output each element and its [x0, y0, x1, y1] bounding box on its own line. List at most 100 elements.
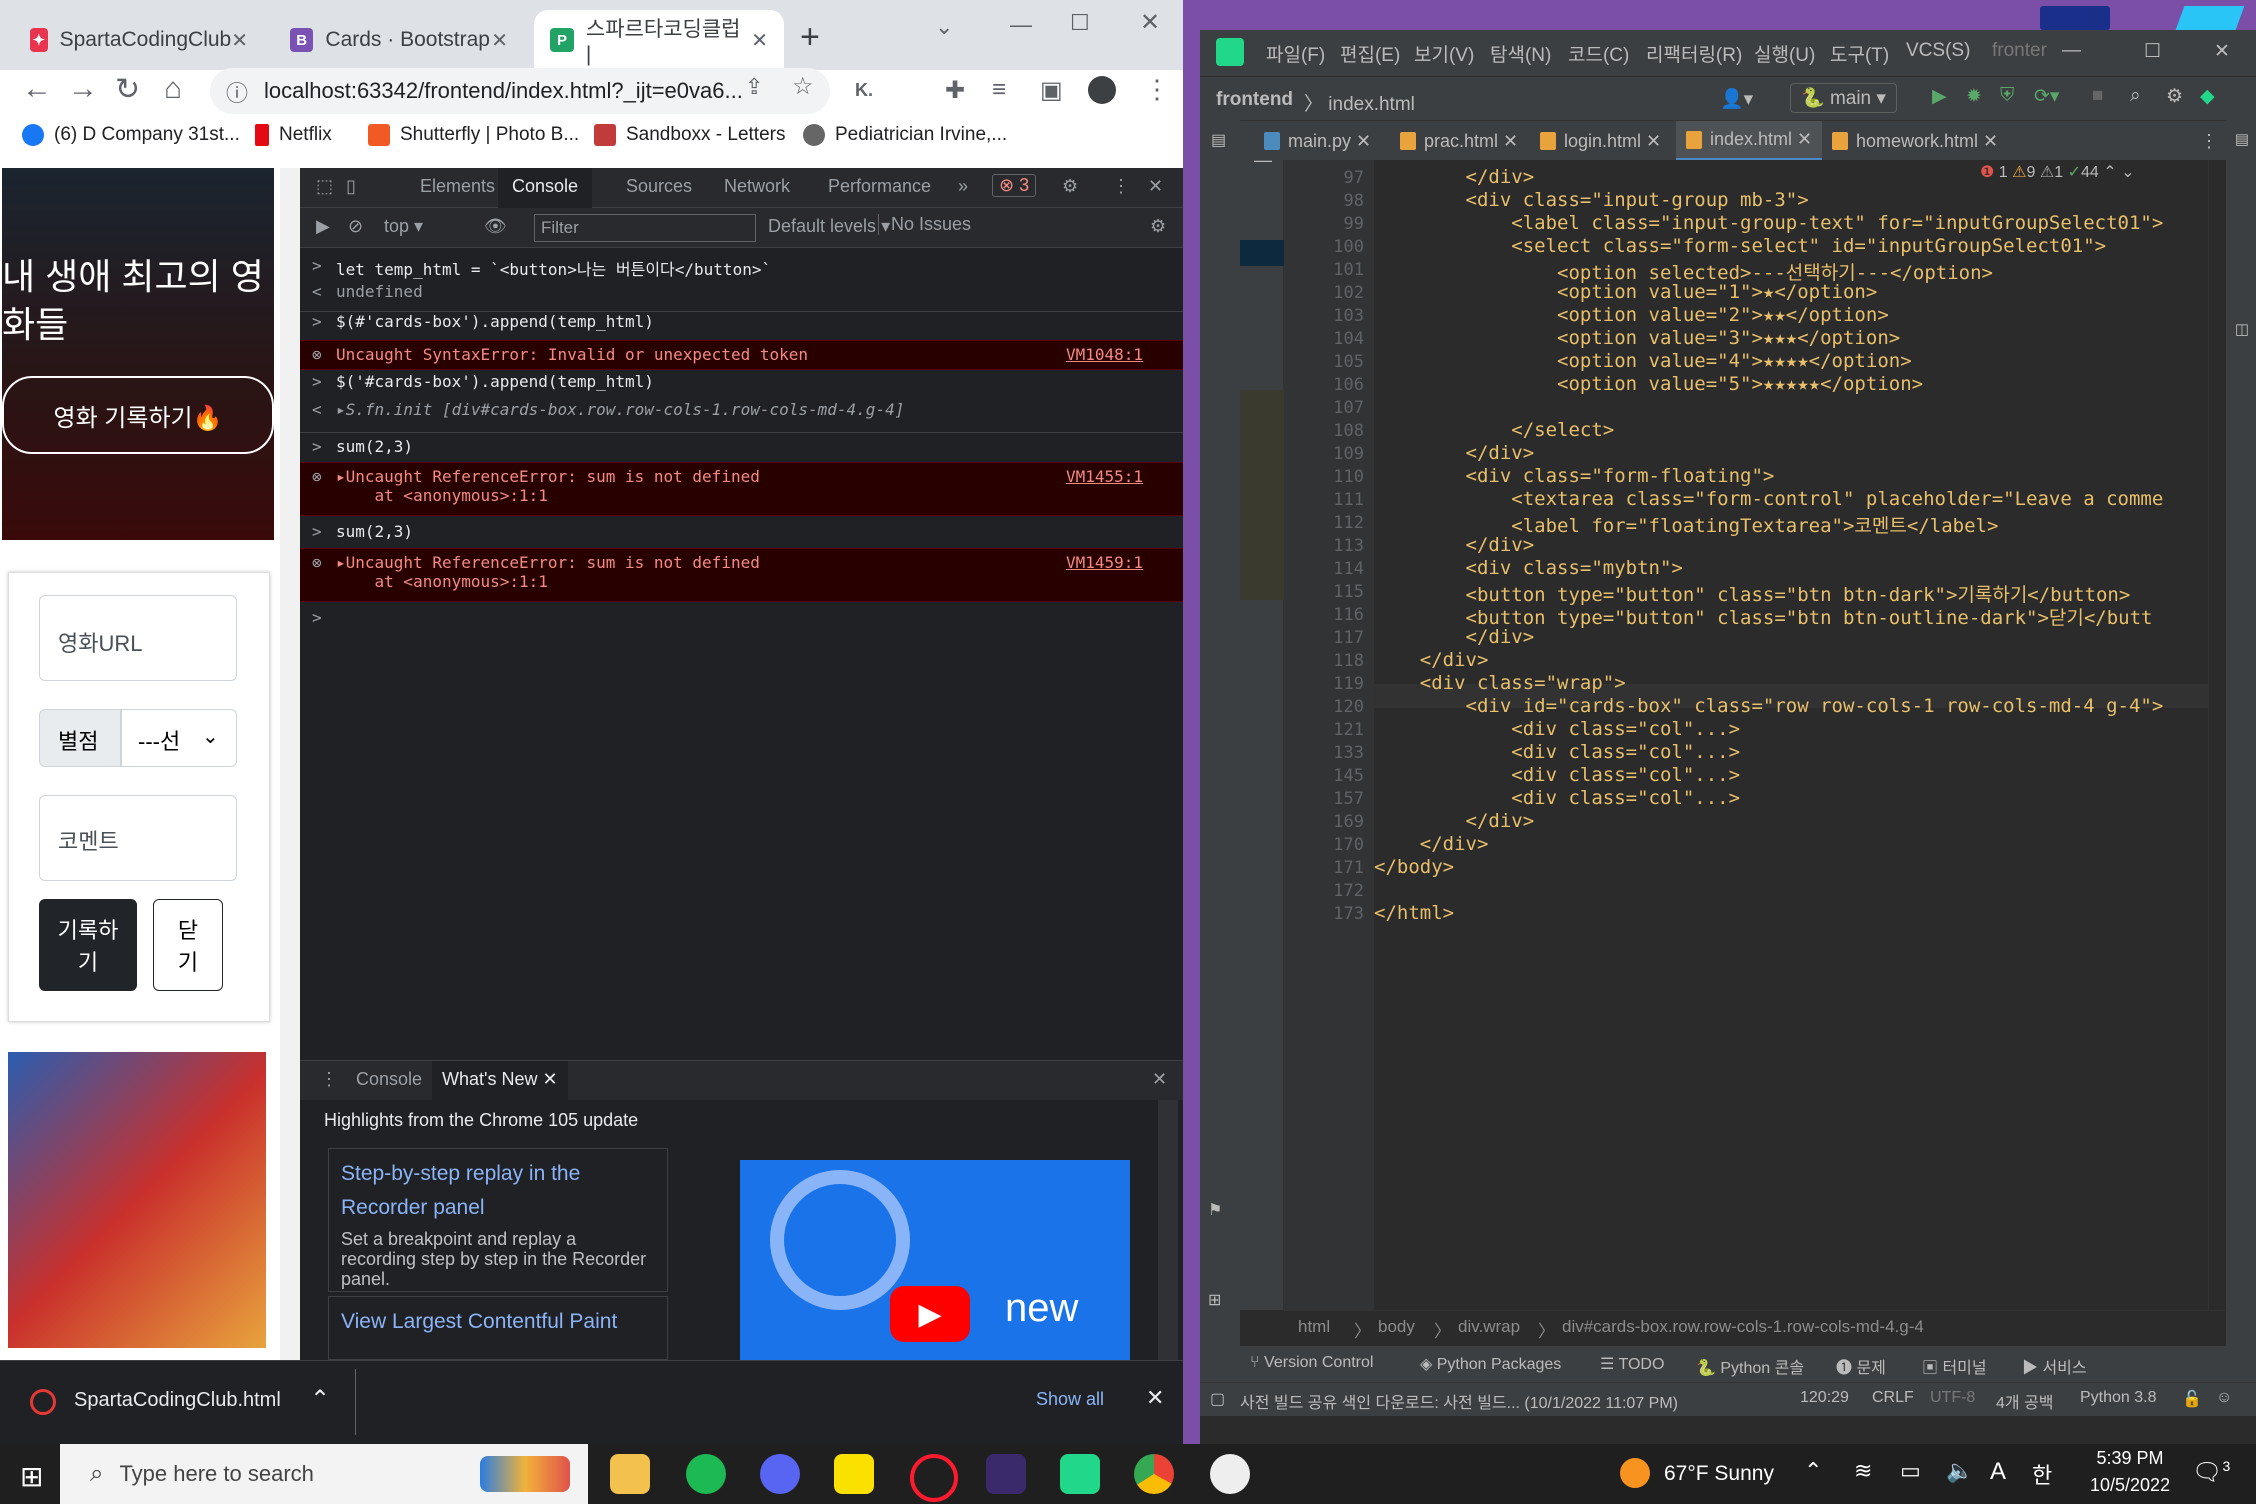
structure-tool-icon[interactable]: ⊞ — [1208, 1290, 1221, 1310]
code-line[interactable]: </div> — [1374, 166, 1535, 188]
bookmark-sandboxx[interactable]: Sandboxx - Letters — [594, 124, 785, 146]
editor-tab-main-py[interactable]: main.py ✕ — [1254, 121, 1381, 161]
error-source-link[interactable]: VM1048:1 — [1066, 345, 1143, 364]
code-line[interactable]: </div> — [1374, 442, 1535, 464]
code-line[interactable]: <option value="3">★★★</option> — [1374, 327, 1900, 349]
bookmarks-tool-icon[interactable]: ⚑ — [1208, 1200, 1222, 1220]
line-separator[interactable]: CRLF — [1872, 1389, 1914, 1407]
url-input[interactable]: 영화URL — [39, 595, 237, 681]
close-drawer-icon[interactable]: ✕ — [1152, 1069, 1167, 1090]
tool-version-control[interactable]: ⑂ Version Control — [1250, 1354, 1373, 1372]
editor-tab-homework-html[interactable]: homework.html ✕ — [1822, 121, 2008, 161]
close-download-bar-icon[interactable]: ✕ — [1146, 1385, 1164, 1411]
menu-view[interactable]: 보기(V) — [1414, 40, 1474, 67]
code-line[interactable]: <label class="input-group-text" for="inp… — [1374, 212, 2163, 234]
editor-tab-prac-html[interactable]: prac.html ✕ — [1390, 121, 1528, 161]
coverage-icon[interactable]: ⛨ — [2000, 85, 2014, 107]
code-line[interactable]: </div> — [1374, 833, 1489, 855]
code-line[interactable]: </body> — [1374, 856, 1454, 878]
status-layout-icon[interactable]: ▢ — [1210, 1389, 1225, 1409]
project-breadcrumb[interactable]: frontend — [1216, 89, 1293, 111]
close-devtools-icon[interactable]: ✕ — [1148, 176, 1163, 197]
bookmark-shutterfly[interactable]: Shutterfly | Photo B... — [368, 124, 579, 146]
code-line[interactable]: </div> — [1374, 626, 1535, 648]
tab-search-icon[interactable]: ⌄ — [935, 14, 953, 40]
close-window-icon[interactable]: ✕ — [2214, 40, 2230, 63]
code-line[interactable]: <textarea class="form-control" placehold… — [1374, 488, 2163, 510]
battery-icon[interactable]: ▭ — [1900, 1458, 1921, 1484]
clock[interactable]: 5:39 PM 10/5/2022 — [2090, 1448, 2170, 1496]
menu-file[interactable]: 파일(F) — [1266, 40, 1325, 67]
chrome-menu-icon[interactable]: ⋮ — [1144, 74, 1170, 105]
console-line[interactable]: < ▸S.fn.init [div#cards-box.row.row-cols-… — [300, 400, 1183, 430]
desktop-folder-icon[interactable] — [2040, 6, 2110, 30]
discord-icon[interactable] — [760, 1454, 800, 1494]
page-scrollbar[interactable] — [280, 168, 300, 1360]
code-line[interactable]: <option value="5">★★★★★</option> — [1374, 373, 1923, 395]
menu-navigate[interactable]: 탐색(N) — [1490, 40, 1551, 67]
desktop-app-icon[interactable] — [2175, 6, 2245, 30]
rating-select[interactable]: ---선 ⌄ — [121, 709, 237, 767]
run-config-select[interactable]: 🐍 main ▾ — [1790, 83, 1897, 113]
tab-performance[interactable]: Performance — [828, 176, 931, 197]
home-icon[interactable]: ⌂ — [164, 72, 182, 106]
indent-setting[interactable]: 4개 공백 — [1996, 1389, 2054, 1413]
log-levels-select[interactable]: Default levels ▾ — [768, 216, 890, 237]
status-message[interactable]: 사전 빌드 공유 색인 다운로드: 사전 빌드... (10/1/2022 11… — [1240, 1389, 1678, 1413]
tool-todo[interactable]: ☰ TODO — [1600, 1354, 1664, 1374]
editor-scrollbar[interactable] — [2208, 160, 2226, 1310]
extensions-icon[interactable]: ✚ — [945, 76, 965, 105]
menu-vcs[interactable]: VCS(S) — [1906, 40, 1970, 62]
drawer-menu-icon[interactable]: ⋮ — [320, 1069, 338, 1090]
debug-icon[interactable]: ✹ — [1966, 85, 1982, 108]
maximize-icon[interactable]: ☐ — [2144, 40, 2161, 63]
more-tabs-icon[interactable]: » — [958, 176, 968, 197]
back-icon[interactable]: ← — [22, 72, 52, 106]
tab-elements[interactable]: Elements — [420, 176, 495, 197]
address-bar[interactable]: ⓘ localhost:63342/frontend/index.html?_i… — [210, 68, 830, 114]
tray-chevron-icon[interactable]: ⌃ — [1804, 1458, 1822, 1484]
code-line[interactable]: <div class="col"...> — [1374, 764, 1740, 786]
more-options-icon[interactable]: ⋮ — [1112, 176, 1130, 197]
sciview-tool-icon[interactable]: ◫ — [2232, 320, 2250, 338]
close-tab-icon[interactable]: ✕ — [231, 28, 248, 53]
editor-tab-index-html[interactable]: index.html ✕ — [1676, 121, 1823, 161]
whats-new-card[interactable]: View Largest Contentful Paint — [328, 1296, 668, 1360]
menu-run[interactable]: 실행(U) — [1754, 40, 1815, 67]
code-line[interactable]: <option value="2">★★</option> — [1374, 304, 1889, 326]
code-line[interactable]: </div> — [1374, 810, 1535, 832]
new-tab-button[interactable]: + — [800, 18, 820, 57]
file-explorer-icon[interactable] — [610, 1454, 650, 1494]
code-line[interactable]: </div> — [1374, 649, 1489, 671]
code-line[interactable]: <select class="form-select" id="inputGro… — [1374, 235, 2106, 257]
tab-network[interactable]: Network — [724, 176, 790, 197]
close-window-icon[interactable]: ✕ — [1140, 8, 1160, 37]
tool-terminal[interactable]: ▣ 터미널 — [1922, 1354, 1987, 1378]
inspect-icon[interactable]: ⬚ — [316, 176, 333, 197]
maximize-icon[interactable]: ☐ — [1070, 10, 1090, 36]
tool-services[interactable]: ▶ 서비스 — [2022, 1354, 2087, 1378]
interpreter[interactable]: Python 3.8 — [2080, 1389, 2157, 1407]
issues-button[interactable]: No Issues — [878, 214, 971, 235]
game-app-icon[interactable] — [1210, 1454, 1250, 1494]
volume-icon[interactable]: 🔈 — [1946, 1458, 1973, 1484]
code-line[interactable]: <div class="mybtn"> — [1374, 557, 1683, 579]
tab-sparta-korean[interactable]: P 스파르타코딩클럽 | ✕ — [534, 10, 784, 70]
code-line[interactable]: <div class="input-group mb-3"> — [1374, 189, 1809, 211]
search-icon[interactable]: ⌕ — [2130, 85, 2141, 107]
file-breadcrumb[interactable]: 〉 index.html — [1304, 89, 1415, 116]
video-thumbnail[interactable]: ▶ new — [740, 1160, 1130, 1360]
device-toggle-icon[interactable]: ▯ — [346, 176, 356, 197]
opera-icon[interactable] — [910, 1454, 958, 1502]
error-source-link[interactable]: VM1455:1 — [1066, 467, 1143, 486]
settings-gear-icon[interactable]: ⚙ — [2166, 85, 2183, 108]
pycharm-icon[interactable] — [1060, 1454, 1100, 1494]
media-icon[interactable]: ≡ — [992, 76, 1006, 104]
code-line[interactable]: <div id="cards-box" class="row row-cols-… — [1374, 695, 2164, 717]
download-filename[interactable]: SpartaCodingClub.html — [74, 1389, 281, 1412]
tool-python-packages[interactable]: ◈ Python Packages — [1420, 1354, 1561, 1374]
menu-code[interactable]: 코드(C) — [1568, 40, 1629, 67]
user-icon[interactable]: 👤▾ — [1720, 87, 1753, 111]
code-line[interactable]: </select> — [1374, 419, 1614, 441]
crumb-cards-box[interactable]: div#cards-box.row.row-cols-1.row-cols-md… — [1562, 1317, 1924, 1337]
